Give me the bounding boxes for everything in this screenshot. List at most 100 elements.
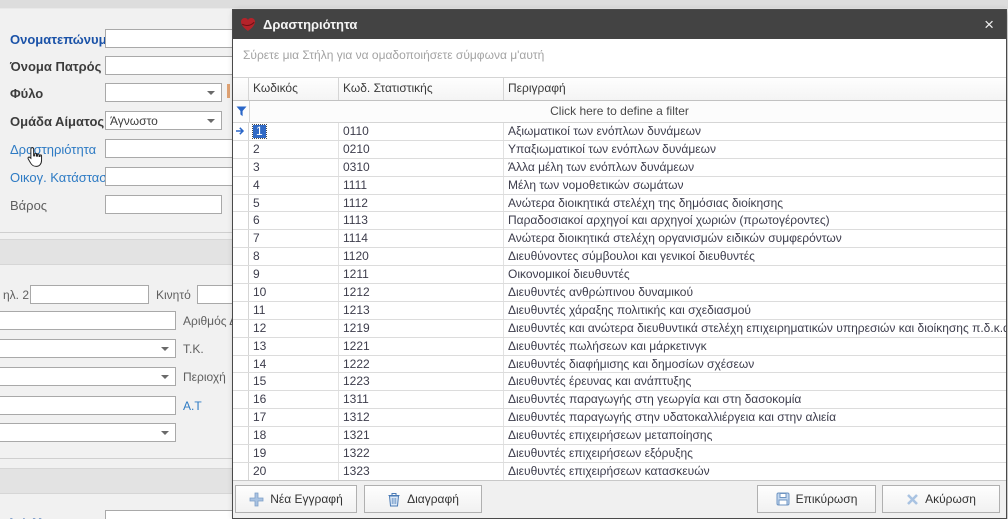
cell-description[interactable]: Διευθυντές επιχειρήσεων εξόρυξης	[504, 445, 1006, 462]
table-row[interactable]: 41111Μέλη των νομοθετικών σωμάτων	[233, 177, 1006, 195]
selected-cell[interactable]: 1	[253, 125, 266, 138]
column-header-desc[interactable]: Περιγραφή	[504, 78, 1006, 100]
phone2-input[interactable]	[30, 285, 149, 304]
cell-code[interactable]: 8	[249, 248, 339, 265]
weight-input[interactable]	[105, 195, 222, 214]
table-row[interactable]: 121219Διευθυντές και ανώτερα διευθυντικά…	[233, 320, 1006, 338]
cell-description[interactable]: Διευθυντές παραγωγής στη γεωργία και στη…	[504, 391, 1006, 408]
cell-description[interactable]: Διευθυντές επιχειρήσεων κατασκευών	[504, 463, 1006, 480]
cell-description[interactable]: Μέλη των νομοθετικών σωμάτων	[504, 177, 1006, 194]
cell-stat-code[interactable]: 1219	[339, 320, 504, 337]
cell-description[interactable]: Διευθυντές και ανώτερα διευθυντικά στελέ…	[504, 320, 1006, 337]
table-row[interactable]: 161311Διευθυντές παραγωγής στη γεωργία κ…	[233, 391, 1006, 409]
cell-description[interactable]: Άλλα μέλη των ενόπλων δυνάμεων	[504, 159, 1006, 176]
table-row[interactable]: 71114Ανώτερα διοικητικά στελέχη οργανισμ…	[233, 230, 1006, 248]
cell-description[interactable]: Υπαξιωματικοί των ενόπλων δυνάμεων	[504, 141, 1006, 158]
filter-row[interactable]: Click here to define a filter	[233, 101, 1006, 123]
cell-stat-code[interactable]: 1311	[339, 391, 504, 408]
cell-stat-code[interactable]: 1223	[339, 373, 504, 390]
cell-stat-code[interactable]: 1120	[339, 248, 504, 265]
column-header-code[interactable]: Κωδικός	[249, 78, 339, 100]
table-row[interactable]: 30310Άλλα μέλη των ενόπλων δυνάμεων	[233, 159, 1006, 177]
gender-select[interactable]	[105, 83, 222, 102]
cell-code[interactable]: 5	[249, 195, 339, 212]
cell-stat-code[interactable]: 1212	[339, 284, 504, 301]
cancel-button[interactable]: Ακύρωση	[882, 485, 1000, 513]
cell-stat-code[interactable]: 1213	[339, 302, 504, 319]
cell-code[interactable]: 17	[249, 409, 339, 426]
cell-stat-code[interactable]: 1221	[339, 338, 504, 355]
cell-stat-code[interactable]: 1211	[339, 266, 504, 283]
cell-stat-code[interactable]: 1111	[339, 177, 504, 194]
cell-stat-code[interactable]: 1323	[339, 463, 504, 480]
table-row[interactable]: 111213Διευθυντές χάραξης πολιτικής και σ…	[233, 302, 1006, 320]
cell-code[interactable]: 7	[249, 230, 339, 247]
cell-description[interactable]: Ανώτερα διοικητικά στελέχη της δημόσιας …	[504, 195, 1006, 212]
cell-code[interactable]: 15	[249, 373, 339, 390]
cell-stat-code[interactable]: 1222	[339, 356, 504, 373]
cell-description[interactable]: Παραδοσιακοί αρχηγοί και αρχηγοί χωριών …	[504, 212, 1006, 229]
column-header-stat[interactable]: Κωδ. Στατιστικής	[339, 78, 504, 100]
cell-stat-code[interactable]: 1112	[339, 195, 504, 212]
table-row[interactable]: 91211Οικονομικοί διευθυντές	[233, 266, 1006, 284]
cell-description[interactable]: Διευθυντές έρευνας και ανάπτυξης	[504, 373, 1006, 390]
cell-code[interactable]: 3	[249, 159, 339, 176]
table-row[interactable]: 61113Παραδοσιακοί αρχηγοί και αρχηγοί χω…	[233, 212, 1006, 230]
street-input[interactable]	[0, 311, 176, 330]
cell-stat-code[interactable]: 1321	[339, 427, 504, 444]
cell-code[interactable]: 9	[249, 266, 339, 283]
cell-description[interactable]: Ανώτερα διοικητικά στελέχη οργανισμών ει…	[504, 230, 1006, 247]
cell-description[interactable]: Διευθύνοντες σύμβουλοι και γενικοί διευθ…	[504, 248, 1006, 265]
cell-description[interactable]: Διευθυντές παραγωγής στην υδατοκαλλιέργε…	[504, 409, 1006, 426]
cell-stat-code[interactable]: 0210	[339, 141, 504, 158]
postal-code-select[interactable]	[0, 339, 176, 358]
table-row[interactable]: 51112Ανώτερα διοικητικά στελέχη της δημό…	[233, 195, 1006, 213]
extra-select[interactable]	[0, 423, 176, 442]
new-record-button[interactable]: Νέα Εγγραφή	[235, 485, 357, 513]
cell-description[interactable]: Διευθυντές ανθρώπινου δυναμικού	[504, 284, 1006, 301]
table-row[interactable]: 171312Διευθυντές παραγωγής στην υδατοκαλ…	[233, 409, 1006, 427]
close-icon[interactable]: ×	[972, 16, 1006, 33]
cell-code[interactable]: 6	[249, 212, 339, 229]
at-link[interactable]: Α.Τ	[183, 399, 202, 413]
cell-code[interactable]: 19	[249, 445, 339, 462]
cell-description[interactable]: Διευθυντές επιχειρήσεων μεταποίησης	[504, 427, 1006, 444]
cell-code[interactable]: 10	[249, 284, 339, 301]
activity-link[interactable]: Δραστηριότητα	[10, 142, 96, 157]
cell-stat-code[interactable]: 1113	[339, 212, 504, 229]
table-row[interactable]: 191322Διευθυντές επιχειρήσεων εξόρυξης	[233, 445, 1006, 463]
confirm-button[interactable]: Επικύρωση	[757, 485, 876, 513]
table-row[interactable]: 81120Διευθύνοντες σύμβουλοι και γενικοί …	[233, 248, 1006, 266]
cell-code[interactable]: 12	[249, 320, 339, 337]
cell-code[interactable]: 18	[249, 427, 339, 444]
cell-code[interactable]: 20	[249, 463, 339, 480]
cell-code[interactable]: 4	[249, 177, 339, 194]
table-row[interactable]: 101212Διευθυντές ανθρώπινου δυναμικού	[233, 284, 1006, 302]
cell-stat-code[interactable]: 1114	[339, 230, 504, 247]
blood-type-select[interactable]: Άγνωστο	[105, 111, 222, 130]
cell-description[interactable]: Διευθυντές χάραξης πολιτικής και σχεδιασ…	[504, 302, 1006, 319]
area-select[interactable]	[0, 367, 176, 386]
cell-code[interactable]: 11	[249, 302, 339, 319]
cell-code[interactable]: 13	[249, 338, 339, 355]
cell-description[interactable]: Διευθυντές πωλήσεων και μάρκετινγκ	[504, 338, 1006, 355]
cell-stat-code[interactable]: 0310	[339, 159, 504, 176]
table-row[interactable]: 201323Διευθυντές επιχειρήσεων κατασκευών	[233, 463, 1006, 480]
cell-description[interactable]: Αξιωματικοί των ενόπλων δυνάμεων	[504, 123, 1006, 140]
cell-description[interactable]: Οικονομικοί διευθυντές	[504, 266, 1006, 283]
at-input[interactable]	[0, 396, 176, 415]
table-row[interactable]: 131221Διευθυντές πωλήσεων και μάρκετινγκ	[233, 338, 1006, 356]
cell-code[interactable]: 2	[249, 141, 339, 158]
cell-description[interactable]: Διευθυντές διαφήμισης και δημοσίων σχέσε…	[504, 356, 1006, 373]
group-by-panel[interactable]: Σύρετε μια Στήλη για να ομαδοποιήσετε σύ…	[233, 39, 1006, 78]
cell-code[interactable]: 16	[249, 391, 339, 408]
cell-stat-code[interactable]: 1322	[339, 445, 504, 462]
filter-hint[interactable]: Click here to define a filter	[233, 104, 1006, 118]
table-row[interactable]: 20210Υπαξιωματικοί των ενόπλων δυνάμεων	[233, 141, 1006, 159]
table-row[interactable]: 10110Αξιωματικοί των ενόπλων δυνάμεων	[233, 123, 1006, 141]
cell-stat-code[interactable]: 1312	[339, 409, 504, 426]
cell-code[interactable]: 14	[249, 356, 339, 373]
delete-button[interactable]: Διαγραφή	[364, 485, 482, 513]
table-row[interactable]: 151223Διευθυντές έρευνας και ανάπτυξης	[233, 373, 1006, 391]
table-row[interactable]: 181321Διευθυντές επιχειρήσεων μεταποίηση…	[233, 427, 1006, 445]
